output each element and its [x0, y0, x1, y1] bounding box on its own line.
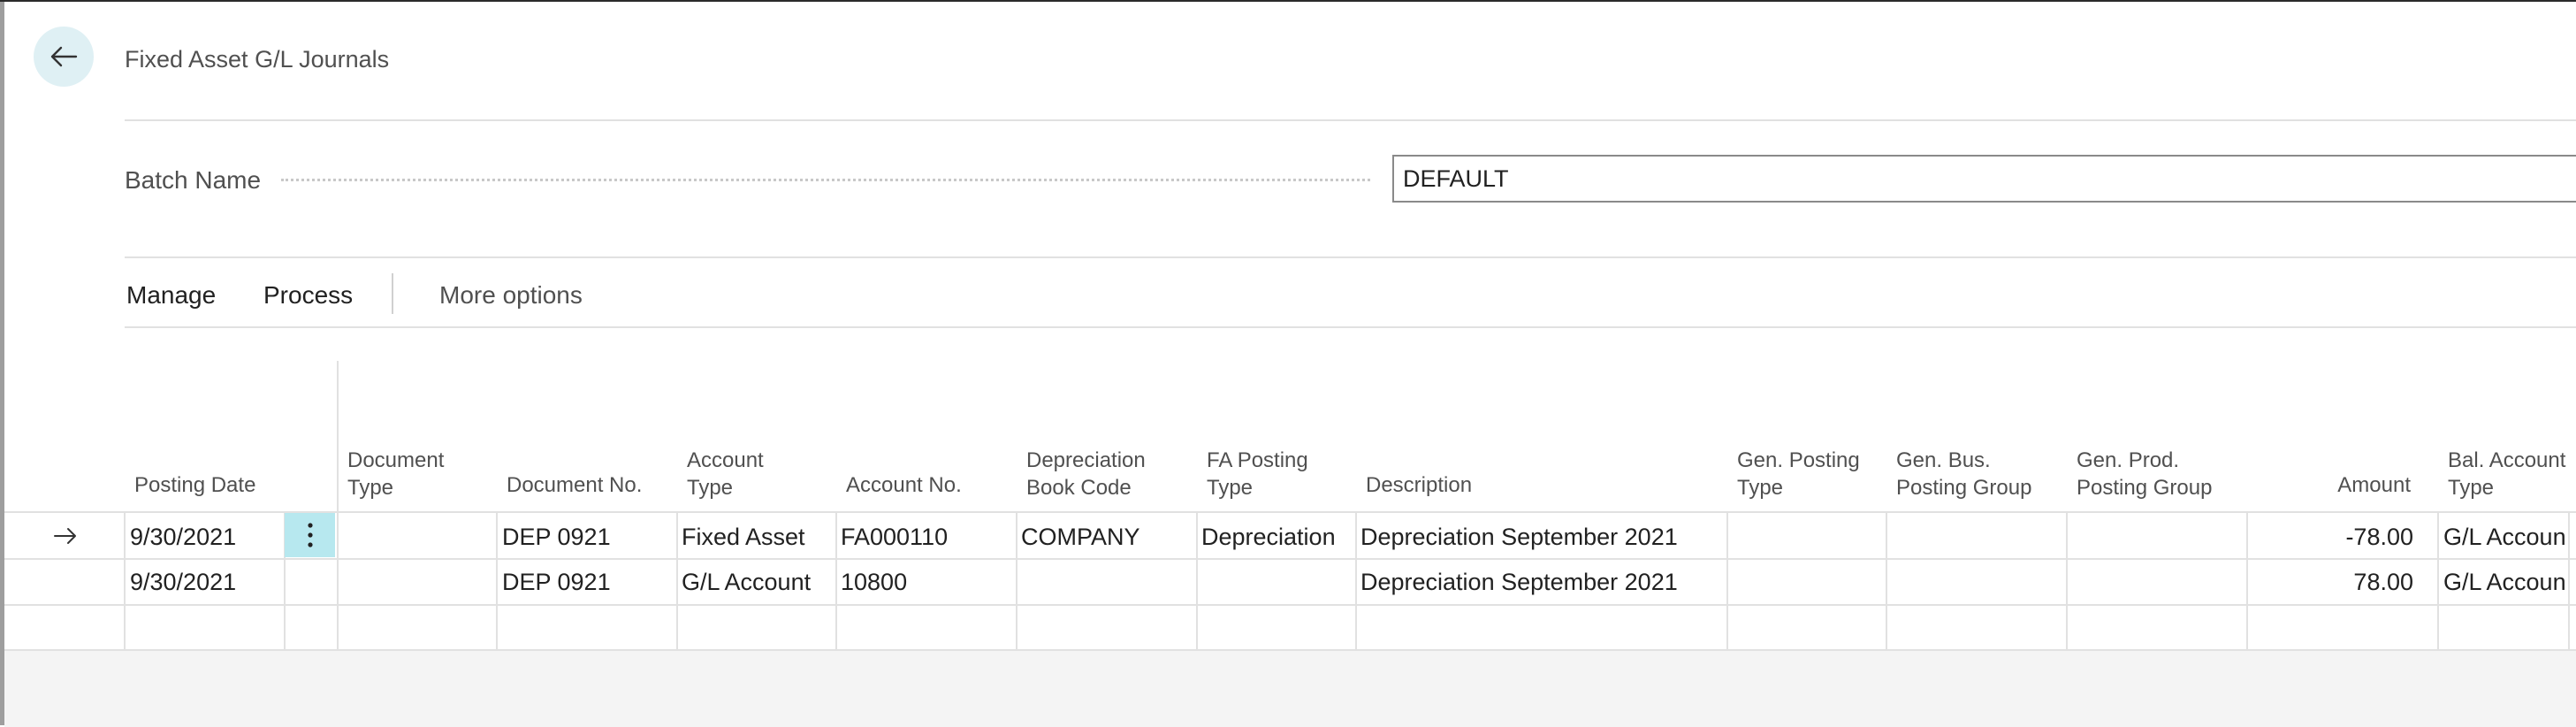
cell-description[interactable]: Depreciation September 2021 [1360, 524, 1678, 550]
column-header-line: Gen. Posting [1737, 448, 1860, 472]
column-header-line: Gen. Bus. [1896, 448, 1991, 472]
column-header-line: FA Posting [1207, 448, 1308, 472]
arrow-left-icon [50, 46, 78, 67]
cell-depreciation-book-code[interactable]: COMPANY [1021, 524, 1140, 550]
divider [125, 119, 2576, 121]
page-title: Fixed Asset G/L Journals [125, 46, 390, 73]
field-leader-dots [281, 179, 1370, 181]
grid-row-rule [4, 558, 2576, 560]
divider [125, 326, 2576, 328]
cell-amount[interactable]: 78.00 [2257, 569, 2413, 595]
cell-fa-posting-type[interactable]: Depreciation [1201, 524, 1336, 550]
action-separator [392, 273, 393, 314]
column-header-line: Book Code [1026, 476, 1132, 500]
column-header-document-type[interactable]: Document Type [347, 447, 444, 501]
cell-document-no[interactable]: DEP 0921 [502, 569, 611, 595]
row-actions-button[interactable] [285, 513, 335, 557]
column-header-line: Gen. Prod. [2077, 448, 2180, 472]
column-header-fa-posting-type[interactable]: FA Posting Type [1207, 447, 1308, 501]
column-header-gen-posting-type[interactable]: Gen. Posting Type [1737, 447, 1860, 501]
window-left-edge [0, 0, 4, 725]
more-options-action[interactable]: More options [439, 281, 583, 310]
column-header-bal-account-type[interactable]: Bal. Account Type [2448, 447, 2565, 501]
cell-account-no[interactable]: 10800 [841, 569, 907, 595]
column-header-line: Account [687, 448, 764, 472]
cell-account-type[interactable]: Fixed Asset [682, 524, 805, 550]
page-footer-area [4, 649, 2576, 727]
column-header-line: Type [2448, 476, 2495, 500]
cell-bal-account-type[interactable]: G/L Accoun [2443, 524, 2568, 550]
column-header-line: Type [347, 476, 394, 500]
column-header-gen-prod-posting-group[interactable]: Gen. Prod. Posting Group [2077, 447, 2212, 501]
column-header-account-no[interactable]: Account No. [846, 471, 962, 499]
column-header-line: Bal. Account [2448, 448, 2566, 472]
table-row-empty[interactable] [126, 606, 2568, 648]
column-header-line: Depreciation [1026, 448, 1146, 472]
vertical-ellipsis-icon [307, 523, 313, 547]
grid-column-divider [2568, 511, 2570, 649]
cell-amount[interactable]: -78.00 [2257, 524, 2413, 550]
column-header-line: Type [1207, 476, 1254, 500]
column-header-description[interactable]: Description [1366, 471, 1472, 499]
cell-posting-date[interactable]: 9/30/2021 [130, 524, 236, 550]
cell-document-no[interactable]: DEP 0921 [502, 524, 611, 550]
column-header-depreciation-book-code[interactable]: Depreciation Book Code [1026, 447, 1146, 501]
column-header-account-type[interactable]: Account Type [687, 447, 764, 501]
column-header-amount[interactable]: Amount [2257, 471, 2411, 499]
cell-bal-account-type[interactable]: G/L Accoun [2443, 569, 2568, 595]
process-action[interactable]: Process [263, 281, 353, 310]
batch-name-input[interactable] [1392, 155, 2576, 203]
cell-account-no[interactable]: FA000110 [841, 524, 948, 550]
column-header-line: Type [687, 476, 734, 500]
column-header-posting-date[interactable]: Posting Date [134, 471, 255, 499]
column-header-line: Posting Group [1896, 476, 2032, 500]
back-button[interactable] [34, 27, 94, 87]
cell-description[interactable]: Depreciation September 2021 [1360, 569, 1678, 595]
manage-action[interactable]: Manage [126, 281, 216, 310]
column-header-document-no[interactable]: Document No. [507, 471, 642, 499]
divider [125, 256, 2576, 258]
column-header-line: Posting Group [2077, 476, 2213, 500]
column-header-line: Type [1737, 476, 1784, 500]
column-header-line: Document [347, 448, 445, 472]
batch-name-label: Batch Name [125, 166, 262, 194]
cell-posting-date[interactable]: 9/30/2021 [130, 569, 236, 595]
column-header-gen-bus-posting-group[interactable]: Gen. Bus. Posting Group [1896, 447, 2031, 501]
grid-header-rule [4, 511, 2576, 513]
cell-account-type[interactable]: G/L Account [682, 569, 811, 595]
arrow-right-icon [54, 528, 76, 544]
window-top-edge [0, 0, 2576, 2]
